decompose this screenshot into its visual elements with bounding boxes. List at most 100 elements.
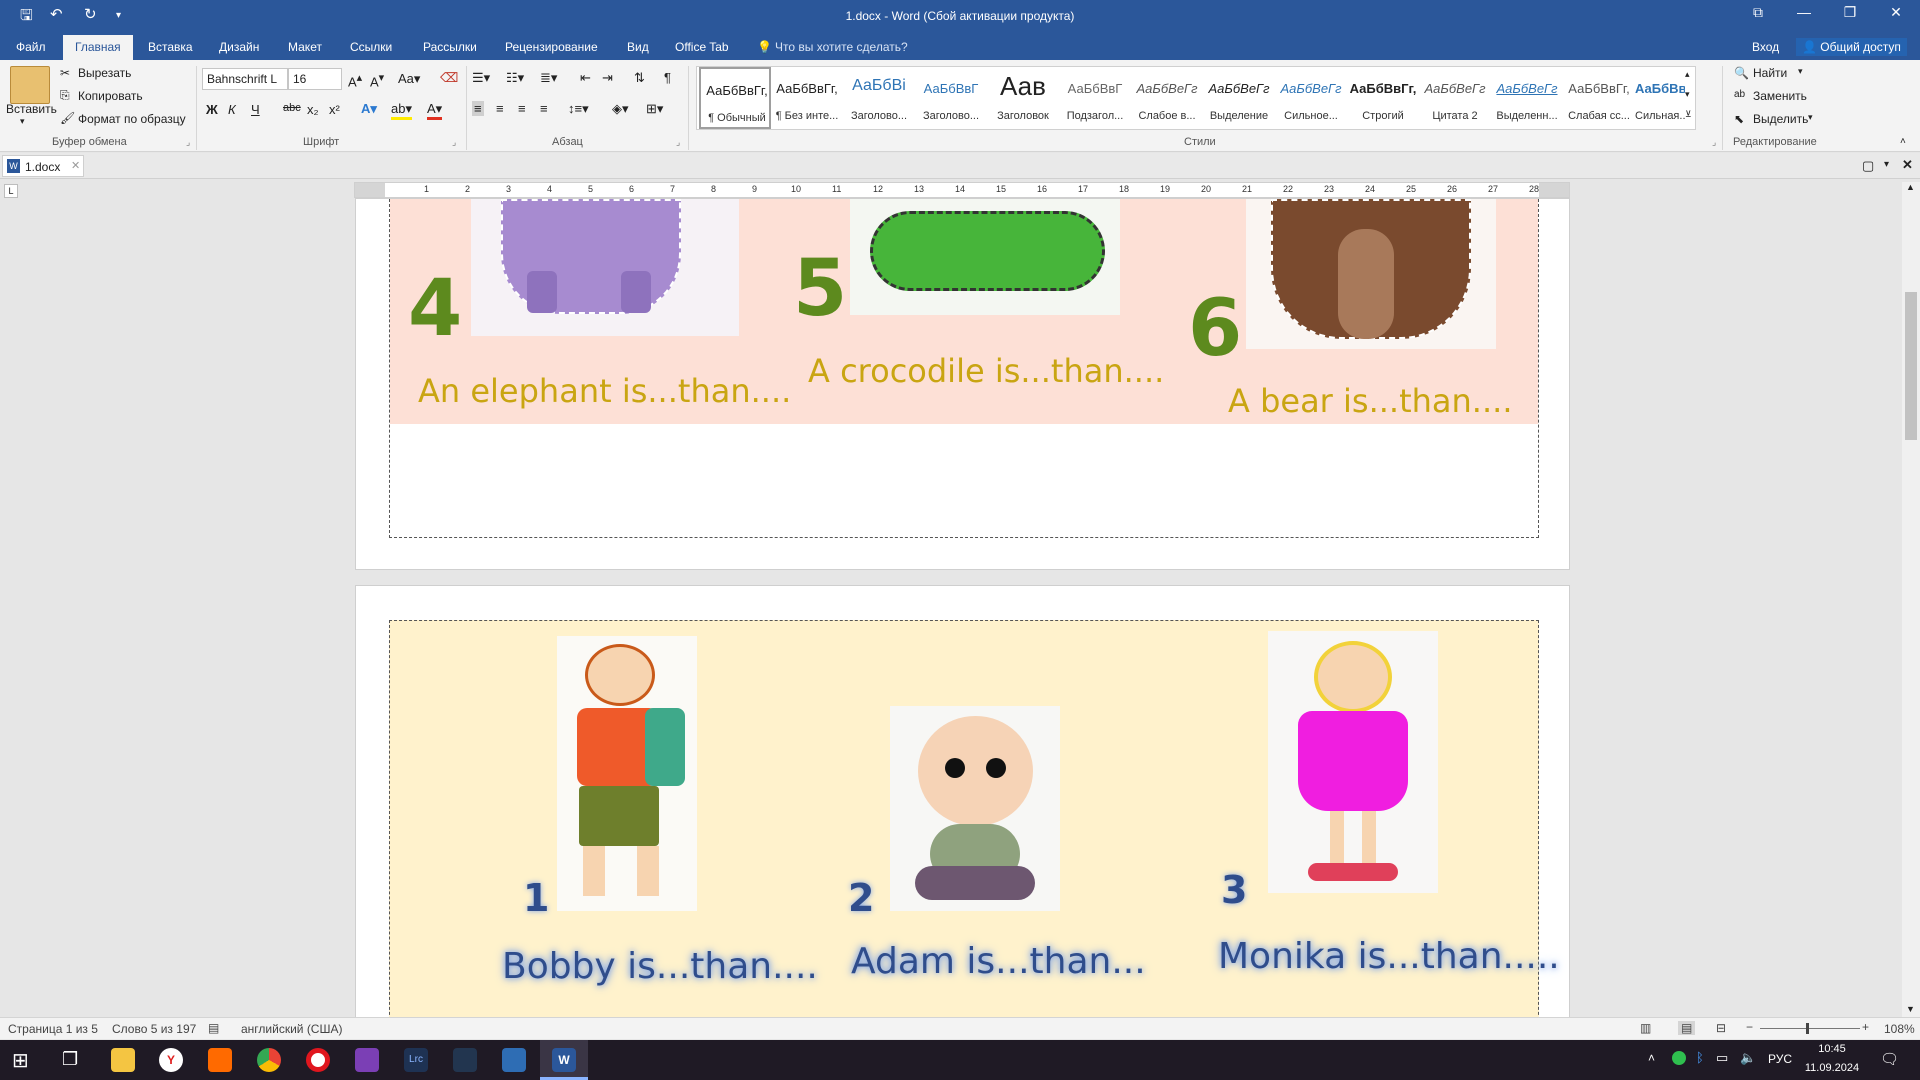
zoom-slider-thumb[interactable] <box>1806 1023 1809 1034</box>
multilevel-list-icon[interactable]: ≣▾ <box>540 70 557 86</box>
close-doc-icon[interactable]: ✕ <box>1902 157 1913 173</box>
borders-icon[interactable]: ⊞▾ <box>646 101 663 117</box>
paste-button[interactable]: Вставить <box>6 102 57 116</box>
tell-me-input[interactable]: Что вы хотите сделать? <box>775 40 908 54</box>
superscript-button[interactable]: x² <box>329 102 340 117</box>
bear-image[interactable] <box>1246 199 1496 349</box>
close-tab-icon[interactable]: ✕ <box>71 159 80 172</box>
restore-button[interactable]: ❐ <box>1830 4 1870 21</box>
lightroom-icon[interactable]: Lrc <box>404 1048 428 1072</box>
styles-more-icon[interactable]: ⊻ <box>1685 109 1692 120</box>
minimize-button[interactable]: — <box>1784 4 1824 20</box>
tray-expand-icon[interactable]: ˄ <box>1648 1051 1655 1065</box>
girl-image[interactable] <box>1268 631 1438 893</box>
ribbon-display-icon[interactable]: ⧉ <box>1738 4 1778 21</box>
zoom-in-icon[interactable]: + <box>1862 1020 1869 1034</box>
scroll-thumb[interactable] <box>1905 292 1917 440</box>
pilcrow-icon[interactable]: ¶ <box>664 70 671 85</box>
tab-insert[interactable]: Вставка <box>148 40 193 54</box>
bold-button[interactable]: Ж <box>206 102 218 117</box>
clear-format-icon[interactable]: ⌫ <box>440 70 458 86</box>
style-strong[interactable]: АаБбВвГг, Строгий <box>1347 67 1419 129</box>
decrease-indent-icon[interactable]: ⇤ <box>580 70 591 86</box>
grow-font-icon[interactable]: A▴ <box>348 71 362 89</box>
tab-list-dropdown-icon[interactable]: ▾ <box>1884 159 1889 170</box>
media-player-icon[interactable] <box>355 1048 379 1072</box>
file-explorer-icon[interactable] <box>111 1048 135 1072</box>
document-page[interactable]: 1 Bobby is...than.... 2 Adam is...than..… <box>355 585 1570 1030</box>
language-status[interactable]: английский (США) <box>241 1022 342 1036</box>
align-left-icon[interactable]: ≡ <box>472 101 484 116</box>
vertical-scrollbar[interactable]: ▲ ▼ <box>1902 182 1920 1017</box>
elephant-image[interactable] <box>471 199 739 336</box>
zoom-level[interactable]: 108% <box>1884 1022 1915 1036</box>
paste-icon[interactable] <box>10 66 50 104</box>
subscript-button[interactable]: x₂ <box>307 102 319 117</box>
styles-scroll-down-icon[interactable]: ▾ <box>1685 89 1690 100</box>
italic-button[interactable]: К <box>228 102 236 117</box>
windows-start-icon[interactable]: ⊞ <box>12 1048 29 1073</box>
tab-home[interactable]: Главная <box>63 35 133 60</box>
yandex-browser-icon[interactable]: Y <box>159 1048 183 1072</box>
clipboard-launcher-icon[interactable]: ⌟ <box>186 137 190 148</box>
font-size-combo[interactable]: 16 <box>288 68 342 90</box>
paste-dropdown-icon[interactable]: ▾ <box>20 116 25 127</box>
style-intense-quote[interactable]: АаБбВеГг Выделенн... <box>1491 67 1563 129</box>
new-doc-icon[interactable]: ▢ <box>1862 158 1874 174</box>
read-mode-icon[interactable]: ▥ <box>1640 1021 1651 1035</box>
boy-image[interactable] <box>557 636 697 911</box>
font-name-combo[interactable]: Bahnschrift L <box>202 68 288 90</box>
increase-indent-icon[interactable]: ⇥ <box>602 70 613 86</box>
style-heading-2[interactable]: АаБбВвГ Заголово... <box>915 67 987 129</box>
style-subtitle[interactable]: АаБбВвГ Подзагол... <box>1059 67 1131 129</box>
zoom-out-icon[interactable]: − <box>1746 1020 1753 1034</box>
app-icon[interactable] <box>502 1048 526 1072</box>
task-view-icon[interactable]: ❐ <box>62 1049 78 1070</box>
collapse-ribbon-icon[interactable]: ˄ <box>1900 136 1906 147</box>
sort-icon[interactable]: ⇅ <box>634 70 645 86</box>
orange-app-icon[interactable] <box>208 1048 232 1072</box>
style-title[interactable]: Аав Заголовок <box>987 67 1059 129</box>
tab-view[interactable]: Вид <box>627 40 649 54</box>
horizontal-ruler[interactable]: 1 2 3 4 5 6 7 8 9 10 11 12 13 14 15 16 1… <box>354 182 1570 198</box>
select-button[interactable]: Выделить <box>1753 112 1808 126</box>
tab-file[interactable]: Файл <box>16 40 46 54</box>
tab-layout[interactable]: Макет <box>288 40 322 54</box>
share-button[interactable]: 👤 Общий доступ <box>1796 38 1907 56</box>
chrome-icon[interactable] <box>257 1048 281 1072</box>
crocodile-image[interactable] <box>850 199 1120 315</box>
clock-date[interactable]: 11.09.2024 <box>1802 1062 1862 1074</box>
close-button[interactable]: ✕ <box>1876 4 1916 21</box>
page-count[interactable]: Страница 1 из 5 <box>8 1022 98 1036</box>
find-dropdown-icon[interactable]: ▾ <box>1798 66 1803 77</box>
style-normal[interactable]: АаБбВвГг, ¶ Обычный <box>699 67 771 129</box>
style-intense-emphasis[interactable]: АаБбВеГг Сильное... <box>1275 67 1347 129</box>
strikethrough-button[interactable]: abc <box>283 102 301 114</box>
styles-scroll-up-icon[interactable]: ▴ <box>1685 69 1690 80</box>
word-taskbar-button[interactable]: W <box>540 1040 588 1080</box>
justify-icon[interactable]: ≡ <box>540 101 548 116</box>
style-heading-1[interactable]: АаБбВі Заголово... <box>843 67 915 129</box>
volume-icon[interactable]: 🔈 <box>1740 1050 1756 1066</box>
bullets-icon[interactable]: ☰▾ <box>472 70 490 86</box>
web-layout-icon[interactable]: ⊟ <box>1716 1021 1726 1035</box>
find-button[interactable]: Найти <box>1753 66 1787 80</box>
tab-selector-icon[interactable]: L <box>4 184 18 198</box>
highlight-icon[interactable]: ab▾ <box>391 101 412 120</box>
shrink-font-icon[interactable]: A▾ <box>370 71 384 89</box>
app-icon[interactable] <box>453 1048 477 1072</box>
opera-icon[interactable] <box>306 1048 330 1072</box>
styles-launcher-icon[interactable]: ⌟ <box>1712 137 1716 148</box>
text-effects-icon[interactable]: A▾ <box>361 101 377 117</box>
style-no-spacing[interactable]: АаБбВвГг, ¶ Без инте... <box>771 67 843 129</box>
word-count[interactable]: Слово 5 из 197 <box>112 1022 196 1036</box>
doc-tab[interactable]: W 1.docx ✕ <box>2 155 84 177</box>
document-page[interactable]: 4 An elephant is...than.... 5 A crocodil… <box>355 198 1570 570</box>
align-center-icon[interactable]: ≡ <box>496 101 504 116</box>
select-dropdown-icon[interactable]: ▾ <box>1808 112 1813 123</box>
tab-references[interactable]: Ссылки <box>350 40 392 54</box>
tab-mailings[interactable]: Рассылки <box>423 40 477 54</box>
style-subtle-reference[interactable]: АаБбВвГг, Слабая сс... <box>1563 67 1635 129</box>
format-painter-button[interactable]: Формат по образцу <box>78 112 186 126</box>
style-subtle-emphasis[interactable]: АаБбВеГг Слабое в... <box>1131 67 1203 129</box>
